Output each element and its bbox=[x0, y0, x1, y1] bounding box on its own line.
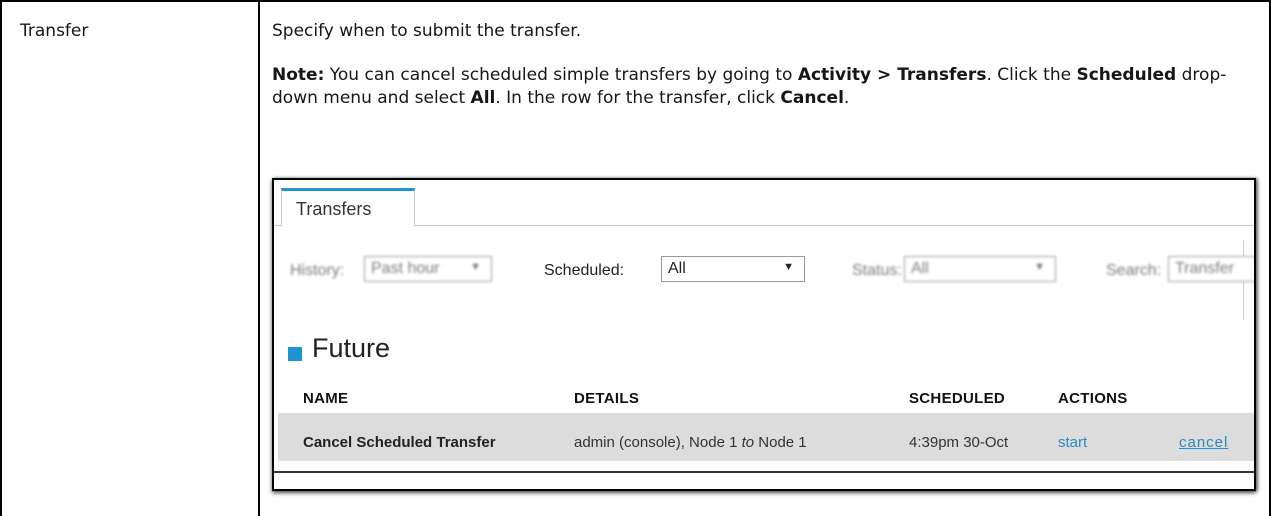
tab-transfers[interactable]: Transfers bbox=[281, 188, 415, 226]
table-left-border bbox=[0, 0, 2, 516]
status-select[interactable]: All ▼ bbox=[904, 256, 1056, 282]
note-text: You can cancel scheduled simple transfer… bbox=[324, 65, 798, 85]
note-text: . In the row for the transfer, click bbox=[495, 87, 781, 108]
details-target: Node 1 bbox=[754, 434, 807, 451]
details-source: admin (console), Node 1 bbox=[574, 434, 742, 451]
details-to: to bbox=[741, 434, 755, 451]
cancel-link[interactable]: cancel bbox=[1179, 434, 1228, 451]
transfer-name: Cancel Scheduled Transfer bbox=[303, 434, 496, 451]
transfer-scheduled-time: 4:39pm 30-Oct bbox=[909, 434, 1009, 451]
note-cancel: Cancel bbox=[780, 87, 844, 108]
status-label: Status: bbox=[852, 262, 902, 279]
history-label: History: bbox=[290, 262, 345, 279]
history-value: Past hour bbox=[371, 260, 440, 277]
column-header-scheduled: SCHEDULED bbox=[909, 390, 1006, 407]
note-all: All bbox=[470, 87, 496, 108]
description-text: Specify when to submit the transfer. bbox=[272, 21, 582, 41]
tab-rule bbox=[274, 225, 1254, 226]
search-value: Transfer bbox=[1175, 260, 1234, 277]
definition-table: Transfer Specify when to submit the tran… bbox=[0, 0, 1271, 516]
history-select[interactable]: Past hour ▼ bbox=[364, 256, 492, 282]
screenshot-bottom-rule bbox=[274, 471, 1254, 473]
status-value: All bbox=[911, 260, 929, 277]
note-label: Note: bbox=[272, 65, 325, 85]
scheduled-value: All bbox=[668, 260, 686, 277]
section-title: Future bbox=[312, 333, 391, 363]
column-header-actions: ACTIONS bbox=[1058, 390, 1128, 407]
chevron-down-icon: ▼ bbox=[1034, 261, 1045, 273]
transfers-screenshot: Transfers History: Past hour ▼ Scheduled… bbox=[272, 178, 1256, 491]
chevron-down-icon: ▼ bbox=[470, 261, 481, 273]
start-link[interactable]: start bbox=[1058, 434, 1087, 451]
note-path: Activity > Transfers bbox=[797, 65, 987, 85]
transfer-details: admin (console), Node 1 to Node 1 bbox=[574, 434, 807, 451]
note-scheduled: Scheduled bbox=[1076, 65, 1177, 85]
column-divider bbox=[258, 0, 260, 516]
section-marker-icon bbox=[288, 347, 302, 361]
note-text: . bbox=[843, 87, 850, 108]
column-header-name: NAME bbox=[303, 390, 349, 407]
tab-label: Transfers bbox=[296, 199, 372, 219]
note-paragraph: Note: You can cancel scheduled simple tr… bbox=[272, 64, 1252, 109]
search-label: Search: bbox=[1106, 262, 1162, 279]
column-header-details: DETAILS bbox=[574, 390, 640, 407]
scheduled-select[interactable]: All ▼ bbox=[661, 256, 805, 282]
scheduled-label: Scheduled: bbox=[544, 262, 625, 279]
term-cell: Transfer bbox=[20, 21, 89, 41]
search-input[interactable]: Transfer bbox=[1168, 256, 1254, 282]
chevron-down-icon: ▼ bbox=[783, 261, 794, 273]
note-text: . Click the bbox=[986, 65, 1077, 85]
table-top-border bbox=[0, 0, 1271, 2]
